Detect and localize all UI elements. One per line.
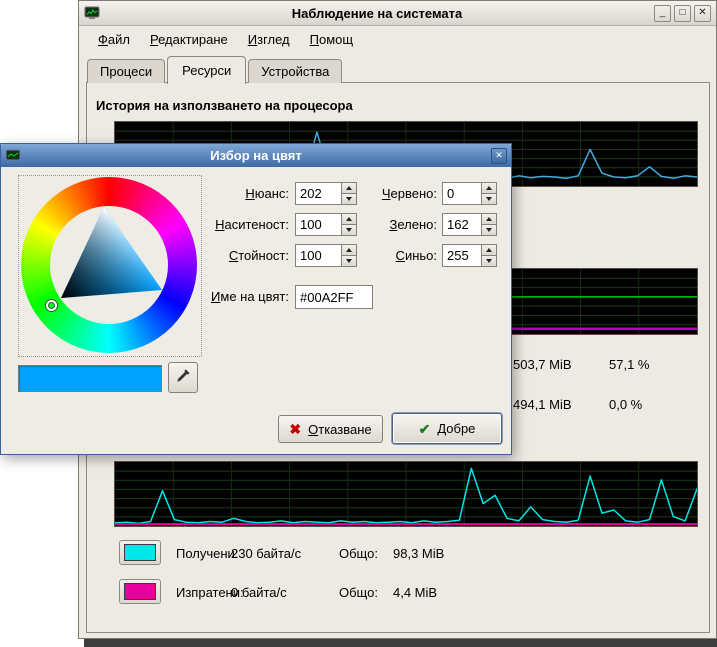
ok-check-icon: ✔ [419,422,431,436]
hue-marker[interactable] [46,300,57,311]
menu-view[interactable]: Изглед [238,29,300,50]
tab-processes[interactable]: Процеси [87,59,165,83]
window-title: Наблюдение на системата [100,6,654,21]
sent-rate: 0 байта/с [231,585,287,600]
green-input[interactable] [442,213,482,236]
hue-label: Нюанс: [171,186,289,201]
maximize-button[interactable]: □ [674,5,691,22]
color-name-label: Име на цвят: [171,289,289,304]
cancel-button-label: Отказване [308,422,372,437]
green-label: Зелено: [331,217,437,232]
menu-file[interactable]: Файл [88,29,140,50]
red-decrement-button[interactable] [481,194,497,205]
received-rate: 230 байта/с [231,546,301,561]
swap-used-percent: 0,0 % [609,397,642,412]
tab-devices[interactable]: Устройства [248,59,342,83]
cpu-history-heading: История на използването на процесора [96,98,353,113]
color-picker-dialog: Избор на цвят ✕ [0,143,512,455]
tab-resources[interactable]: Ресурси [167,56,246,84]
sent-color-button[interactable] [119,579,161,604]
received-color-swatch [124,544,156,561]
dialog-titlebar[interactable]: Избор на цвят ✕ [1,144,511,167]
blue-decrement-button[interactable] [481,256,497,267]
desktop: Наблюдение на системата _ □ ✕ Файл Редак… [0,0,717,647]
blue-label: Синьо: [331,248,437,263]
received-total: 98,3 MiB [393,546,444,561]
cancel-button[interactable]: ✖ Отказване [278,415,383,443]
sent-color-swatch [124,583,156,600]
green-increment-button[interactable] [481,213,497,225]
received-color-button[interactable] [119,540,161,565]
blue-increment-button[interactable] [481,244,497,256]
sent-total: 4,4 MiB [393,585,437,600]
menu-edit[interactable]: Редактиране [140,29,238,50]
swap-used-value: 494,1 MiB [513,397,572,412]
green-decrement-button[interactable] [481,225,497,236]
received-total-label: Общо: [339,546,378,561]
value-label: Стойност: [171,248,289,263]
system-monitor-icon [84,5,100,21]
memory-used-percent: 57,1 % [609,357,649,372]
color-wheel[interactable] [18,175,202,357]
sent-total-label: Общо: [339,585,378,600]
minimize-button[interactable]: _ [654,5,671,22]
memory-used-value: 503,7 MiB [513,357,572,372]
red-increment-button[interactable] [481,182,497,194]
blue-input[interactable] [442,244,482,267]
cancel-x-icon: ✖ [289,422,301,436]
tab-bar: Процеси Ресурси Устройства [87,56,344,83]
hsv-triangle[interactable] [21,177,197,353]
menu-help[interactable]: Помощ [300,29,363,50]
color-name-input[interactable] [295,285,373,309]
close-button[interactable]: ✕ [694,5,711,22]
dialog-close-button[interactable]: ✕ [491,148,507,164]
network-history-chart [114,461,698,527]
window-bottom-shadow [84,639,717,647]
saturation-label: Наситеност: [171,217,289,232]
window-controls: _ □ ✕ [654,5,711,22]
received-label: Получени: [176,546,238,561]
dialog-title: Избор на цвят [21,148,491,163]
red-input[interactable] [442,182,482,205]
red-label: Червено: [331,186,437,201]
eyedropper-icon [175,368,191,387]
menu-bar: Файл Редактиране Изглед Помощ [79,26,716,52]
color-preview [18,365,162,392]
main-titlebar[interactable]: Наблюдение на системата _ □ ✕ [79,1,716,26]
ok-button-label: Добре [437,421,475,436]
eyedropper-button[interactable] [168,362,198,393]
ok-button[interactable]: ✔ Добре [392,413,502,444]
dialog-icon [5,148,21,164]
